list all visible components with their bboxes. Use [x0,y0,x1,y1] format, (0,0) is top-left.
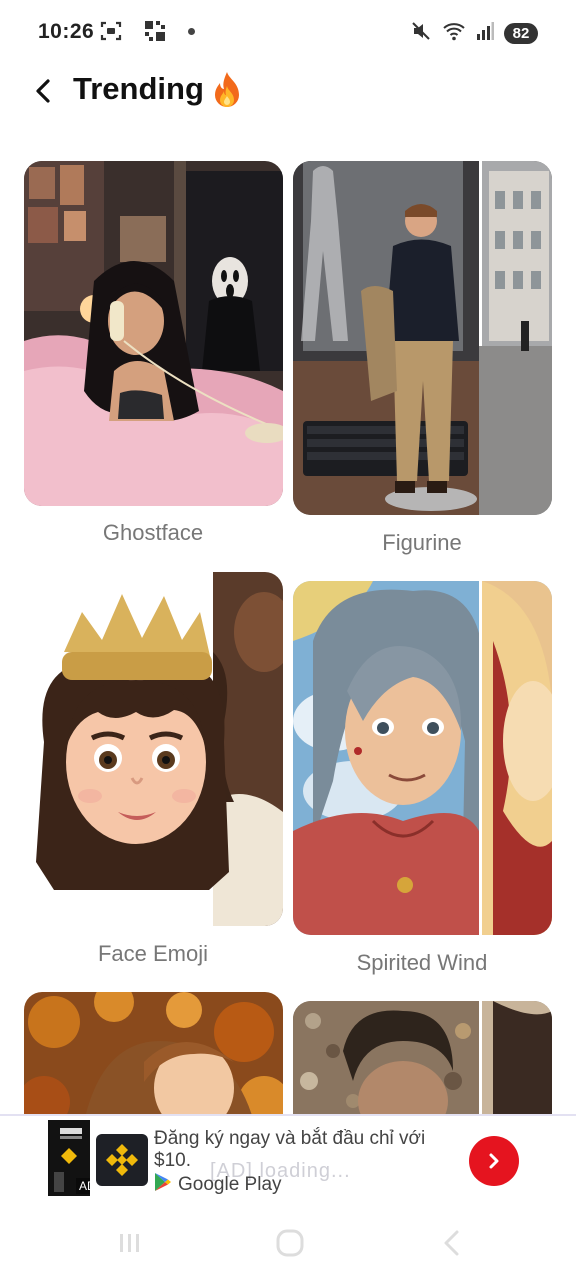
figurine-thumbnail [293,161,552,515]
page-title: Trending [73,71,204,106]
home-button[interactable] [270,1226,310,1260]
ad-thumbnail: AD [48,1120,90,1196]
ghostface-thumbnail [24,161,283,506]
ad-label: AD [76,1178,90,1194]
nav-back-button[interactable] [432,1226,472,1260]
trend-card-ghostface[interactable] [24,161,283,506]
spirited-wind-thumbnail [293,581,552,935]
trend-card-spirited-wind[interactable] [293,581,552,935]
card-label: Ghostface [102,520,204,545]
google-play-icon [154,1172,172,1198]
card-label: Figurine [382,530,462,555]
status-time: 10:26 [38,20,95,43]
binance-logo-icon [96,1134,148,1186]
chevron-right-icon [489,1153,499,1169]
header: Trending [0,64,576,120]
ad-headline: Đăng ký ngay và bắt đầu chỉ với $10. [154,1128,426,1171]
back-icon [444,1230,459,1256]
wifi-icon [442,20,466,47]
card-label: Spirited Wind [356,950,488,975]
mosaic-thumbnail [293,1001,552,1122]
mute-icon [410,20,432,47]
status-bar: 10:26 82 [0,0,576,64]
recents-icon [120,1234,139,1252]
trend-card-figurine[interactable] [293,161,552,515]
screenshot-icon [100,20,122,42]
trend-card-face-emoji[interactable] [24,572,283,926]
recents-button[interactable] [110,1226,150,1260]
ad-open-button[interactable] [469,1136,519,1186]
card-label: Face Emoji [97,941,209,966]
battery-indicator: 82 [504,23,538,44]
notification-dot [188,27,195,35]
face-emoji-thumbnail [24,572,283,926]
ad-banner[interactable]: AD [AD] loading... Đăng ký ngay và bắt đ… [0,1114,576,1204]
home-icon [276,1229,304,1257]
back-arrow-icon [36,79,50,103]
trend-card-mosaic[interactable] [293,1001,552,1122]
fire-icon [208,70,246,110]
signal-icon [476,20,494,47]
ad-store-label: Google Play [178,1174,282,1195]
trend-card-autumn[interactable] [24,992,283,1122]
system-nav-bar [0,1204,576,1280]
app-grid-icon [144,20,166,42]
autumn-thumbnail [24,992,283,1122]
back-button[interactable] [28,74,58,108]
